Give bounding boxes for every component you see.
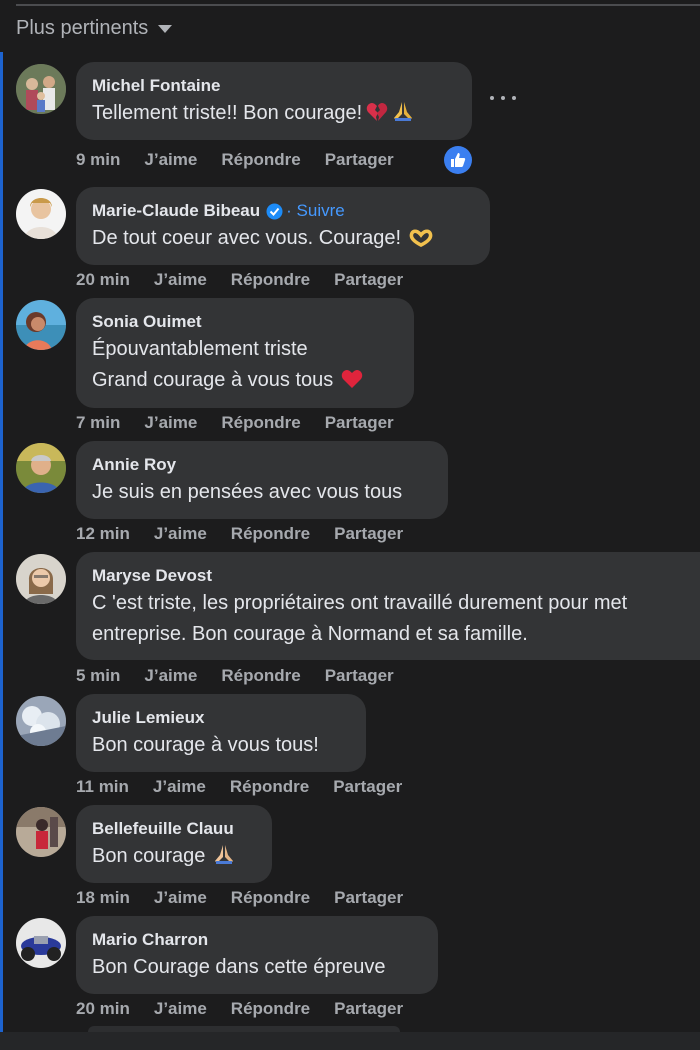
- comment-author[interactable]: Marie-Claude Bibeau: [92, 201, 260, 221]
- like-button[interactable]: J’aime: [154, 999, 207, 1019]
- share-button[interactable]: Partager: [333, 777, 402, 797]
- avatar[interactable]: [16, 807, 66, 857]
- red-heart-icon: [341, 368, 363, 399]
- comment-actions: 18 min J’aime Répondre Partager: [76, 888, 427, 908]
- share-button[interactable]: Partager: [325, 666, 394, 686]
- comment-text: Bon courage: [92, 841, 254, 875]
- comment-author[interactable]: Annie Roy: [92, 455, 430, 475]
- comment-timestamp[interactable]: 18 min: [76, 888, 130, 908]
- comment-actions: 11 min J’aime Répondre Partager: [76, 777, 426, 797]
- comment-text: Tellement triste!! Bon courage!: [92, 98, 454, 132]
- like-button[interactable]: J’aime: [154, 888, 207, 908]
- comment-timestamp[interactable]: 7 min: [76, 413, 120, 433]
- comment-author[interactable]: Bellefeuille Clauu: [92, 819, 254, 839]
- comment-line: entreprise. Bon courage à Normand et sa …: [92, 623, 528, 645]
- comment-author[interactable]: Maryse Devost: [92, 566, 682, 586]
- praying-hands-icon: [392, 100, 414, 132]
- chevron-down-icon: [158, 25, 173, 33]
- comment-author[interactable]: Michel Fontaine: [92, 76, 454, 96]
- comment-line: Grand courage à vous tous: [92, 369, 334, 391]
- comment-bubble: Michel Fontaine Tellement triste!! Bon c…: [76, 62, 472, 140]
- reply-button[interactable]: Répondre: [231, 524, 310, 544]
- reply-button[interactable]: Répondre: [231, 888, 310, 908]
- comment-actions: 7 min J’aime Répondre Partager: [76, 413, 418, 433]
- sort-label: Plus pertinents: [16, 16, 149, 39]
- comment-bubble: Julie Lemieux Bon courage à vous tous!: [76, 694, 366, 772]
- comment-author-row: Marie-Claude Bibeau · Suivre: [92, 201, 472, 221]
- comment-bubble: Annie Roy Je suis en pensées avec vous t…: [76, 441, 448, 519]
- comment-actions: 5 min J’aime Répondre Partager: [76, 666, 418, 686]
- avatar[interactable]: [16, 696, 66, 746]
- avatar[interactable]: [16, 918, 66, 968]
- comment-author[interactable]: Sonia Ouimet: [92, 312, 396, 332]
- comment-timestamp[interactable]: 5 min: [76, 666, 120, 686]
- comment-timestamp[interactable]: 9 min: [76, 150, 120, 170]
- comment-text: Grand courage à vous tous: [92, 365, 396, 399]
- comment-line: C 'est triste, les propriétaires ont tra…: [92, 592, 628, 614]
- comment-line: Épouvantablement triste: [92, 338, 308, 360]
- comment-bubble: Bellefeuille Clauu Bon courage: [76, 805, 272, 883]
- comment-line: Bon courage: [92, 845, 206, 867]
- comment-bubble: Marie-Claude Bibeau · Suivre De tout coeu…: [76, 187, 490, 265]
- avatar[interactable]: [16, 300, 66, 350]
- avatar[interactable]: [16, 554, 66, 604]
- thread-indicator-bar: [0, 52, 3, 1032]
- reply-button[interactable]: Répondre: [231, 999, 310, 1019]
- sort-dropdown[interactable]: Plus pertinents: [16, 14, 173, 42]
- comment-author[interactable]: Julie Lemieux: [92, 708, 348, 728]
- avatar[interactable]: [16, 64, 66, 114]
- like-button[interactable]: J’aime: [144, 666, 197, 686]
- like-reaction-icon[interactable]: [444, 146, 472, 174]
- bottom-composer-bar: [0, 1032, 700, 1050]
- comment-actions: 12 min J’aime Répondre Partager: [76, 524, 427, 544]
- share-button[interactable]: Partager: [325, 413, 394, 433]
- comment-line: Tellement triste!! Bon courage!: [92, 102, 363, 124]
- comment-actions: 20 min J’aime Répondre Partager: [76, 270, 427, 290]
- reply-button[interactable]: Répondre: [231, 270, 310, 290]
- comment-timestamp[interactable]: 20 min: [76, 270, 130, 290]
- comment-line: Je suis en pensées avec vous tous: [92, 481, 403, 503]
- comment-actions: 9 min J’aime Répondre Partager: [76, 150, 418, 170]
- verified-badge-icon: [266, 203, 283, 220]
- broken-heart-icon: [366, 101, 388, 132]
- avatar[interactable]: [16, 189, 66, 239]
- heart-hands-icon: [409, 226, 433, 257]
- comment-bubble: Mario Charron Bon Courage dans cette épr…: [76, 916, 438, 994]
- share-button[interactable]: Partager: [334, 524, 403, 544]
- comment-timestamp[interactable]: 11 min: [76, 777, 129, 797]
- like-button[interactable]: J’aime: [144, 413, 197, 433]
- like-button[interactable]: J’aime: [154, 270, 207, 290]
- like-button[interactable]: J’aime: [153, 777, 206, 797]
- follow-link[interactable]: · Suivre: [286, 201, 345, 221]
- praying-hands-icon: [213, 843, 235, 875]
- reply-button[interactable]: Répondre: [230, 777, 309, 797]
- comment-bubble: Maryse Devost C 'est triste, les proprié…: [76, 552, 700, 660]
- comment-bubble: Sonia Ouimet Épouvantablement triste Gra…: [76, 298, 414, 408]
- comment-actions: 20 min J’aime Répondre Partager: [76, 999, 427, 1019]
- share-button[interactable]: Partager: [334, 270, 403, 290]
- comment-text: De tout coeur avec vous. Courage!: [92, 223, 472, 257]
- reply-button[interactable]: Répondre: [221, 413, 300, 433]
- comment-timestamp[interactable]: 12 min: [76, 524, 130, 544]
- comment-author[interactable]: Mario Charron: [92, 930, 420, 950]
- comment-timestamp[interactable]: 20 min: [76, 999, 130, 1019]
- share-button[interactable]: Partager: [334, 999, 403, 1019]
- like-button[interactable]: J’aime: [144, 150, 197, 170]
- reply-button[interactable]: Répondre: [221, 150, 300, 170]
- top-divider: [16, 4, 700, 6]
- reply-button[interactable]: Répondre: [221, 666, 300, 686]
- comment-line: De tout coeur avec vous. Courage!: [92, 227, 402, 249]
- like-button[interactable]: J’aime: [154, 524, 207, 544]
- more-options-icon[interactable]: [490, 86, 516, 110]
- avatar[interactable]: [16, 443, 66, 493]
- share-button[interactable]: Partager: [325, 150, 394, 170]
- comment-line: Bon Courage dans cette épreuve: [92, 956, 386, 978]
- comment-line: Bon courage à vous tous!: [92, 734, 319, 756]
- share-button[interactable]: Partager: [334, 888, 403, 908]
